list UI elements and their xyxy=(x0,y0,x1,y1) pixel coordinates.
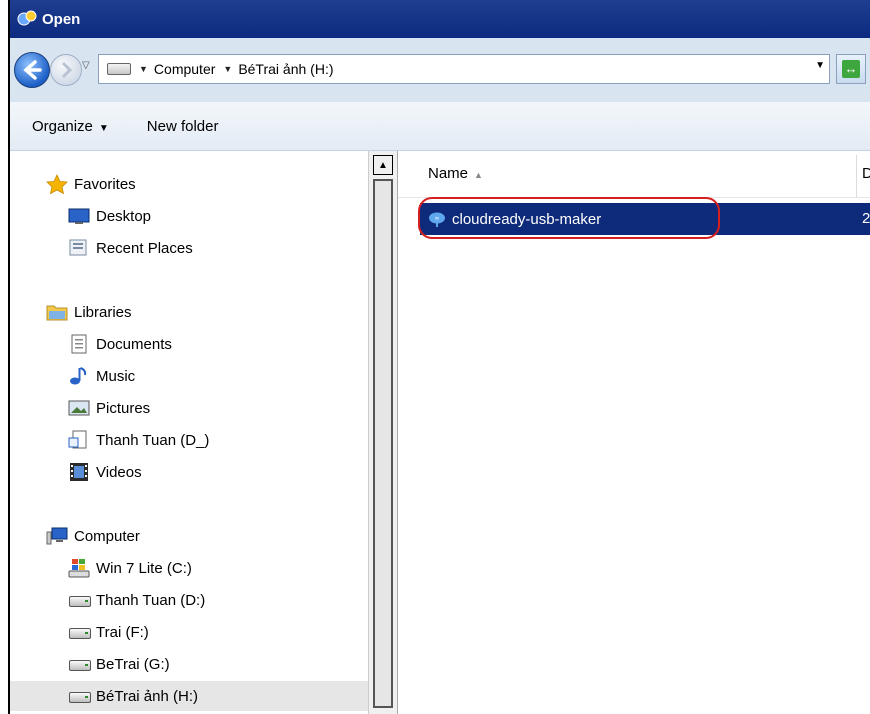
recent-places-icon xyxy=(68,238,90,258)
breadcrumb-arrow-icon: ▼ xyxy=(223,64,233,74)
hard-drive-icon xyxy=(68,622,91,642)
address-dropdown-icon[interactable]: ▼ xyxy=(815,60,825,71)
tree-item-drive-c[interactable]: Win 7 Lite (C:) xyxy=(68,553,192,583)
tree-label: Thanh Tuan (D_) xyxy=(96,431,210,449)
tree-item-desktop[interactable]: Desktop xyxy=(68,201,151,231)
tree-label: Thanh Tuan (D:) xyxy=(96,591,206,609)
tree-item-drive-d[interactable]: Thanh Tuan (D:) xyxy=(68,585,205,615)
breadcrumb-label: BéTrai ảnh (H:) xyxy=(238,61,334,77)
drive-icon xyxy=(107,63,131,75)
recent-pages-dropdown-icon[interactable]: ▽ xyxy=(82,60,90,71)
new-folder-button[interactable]: New folder xyxy=(139,118,227,135)
column-separator[interactable] xyxy=(856,155,857,197)
library-document-icon xyxy=(68,430,90,450)
tree-label: Computer xyxy=(74,527,140,545)
tree-item-videos[interactable]: Videos xyxy=(68,457,142,487)
app-icon xyxy=(17,10,37,26)
tree-label: Desktop xyxy=(96,207,152,225)
tree-label: Libraries xyxy=(74,303,132,321)
hard-drive-icon xyxy=(68,590,91,610)
star-icon xyxy=(46,174,68,195)
scroll-thumb[interactable] xyxy=(373,179,393,708)
tree-label: BéTrai ảnh (H:) xyxy=(96,687,198,705)
pictures-icon xyxy=(68,398,90,418)
tree-libraries[interactable]: Libraries xyxy=(46,297,132,327)
window-title: Open xyxy=(42,10,81,28)
organize-button[interactable]: Organize ▼ xyxy=(24,118,117,135)
tree-favorites[interactable]: Favorites xyxy=(46,169,136,199)
back-arrow-icon xyxy=(23,60,42,80)
scroll-up-arrow-icon[interactable]: ▲ xyxy=(373,155,393,175)
tree-label: Pictures xyxy=(96,399,151,417)
forward-button[interactable] xyxy=(50,54,82,86)
libraries-folder-icon xyxy=(46,302,68,322)
sort-ascending-icon: ▲ xyxy=(474,170,483,180)
breadcrumb-arrow-icon: ▼ xyxy=(139,64,148,74)
tree-item-recent-places[interactable]: Recent Places xyxy=(68,233,193,263)
hard-drive-icon xyxy=(68,654,91,674)
address-bar[interactable]: ▼ Computer ▼ BéTrai ảnh (H:) ▼ xyxy=(98,54,830,84)
breadcrumb-drive-h[interactable]: ▼ BéTrai ảnh (H:) xyxy=(223,61,333,77)
command-bar: Organize ▼ New folder xyxy=(10,102,870,151)
chevron-down-icon: ▼ xyxy=(98,122,109,134)
refresh-icon: ↔ xyxy=(842,60,860,78)
file-date-partial: 2 xyxy=(862,210,870,227)
highlight-circle xyxy=(418,197,720,239)
tree-computer[interactable]: Computer xyxy=(46,521,140,551)
tree-item-pictures[interactable]: Pictures xyxy=(68,393,150,423)
tree-label: Videos xyxy=(96,463,142,481)
videos-icon xyxy=(68,462,90,482)
tree-item-drive-g[interactable]: BeTrai (G:) xyxy=(68,649,170,679)
open-dialog: Open ▽ ▼ Computer ▼ BéTrai ảnh (H:) ▼ ↔ xyxy=(8,0,870,714)
tree-item-music[interactable]: Music xyxy=(68,361,135,391)
organize-label: Organize xyxy=(32,117,93,135)
tree-item-thanh-tuan-d[interactable]: Thanh Tuan (D_) xyxy=(68,425,209,455)
music-icon xyxy=(68,366,90,386)
desktop-icon xyxy=(68,206,90,226)
tree-label: Recent Places xyxy=(96,239,193,257)
back-button[interactable] xyxy=(14,52,50,88)
hard-drive-icon xyxy=(68,686,91,706)
column-header-name[interactable]: Name ▲ xyxy=(428,165,483,182)
tree-item-drive-h[interactable]: BéTrai ảnh (H:) xyxy=(10,681,368,711)
computer-icon xyxy=(46,526,68,546)
tree-label: Favorites xyxy=(74,175,136,193)
nav-scrollbar[interactable]: ▲ xyxy=(368,151,398,714)
documents-icon xyxy=(68,334,90,354)
column-header-row: Name ▲ D xyxy=(398,151,870,198)
tree-label: Win 7 Lite (C:) xyxy=(96,559,192,577)
tree-label: Music xyxy=(96,367,136,385)
address-toolbar: ▽ ▼ Computer ▼ BéTrai ảnh (H:) ▼ ↔ xyxy=(10,38,870,103)
breadcrumb-computer[interactable]: ▼ Computer xyxy=(139,61,215,77)
forward-arrow-icon xyxy=(61,61,73,79)
tree-label: Documents xyxy=(96,335,172,353)
navigation-pane: Favorites Desktop Recent Places Librarie… xyxy=(10,151,368,714)
column-header-date[interactable]: D xyxy=(862,165,870,182)
column-name-label: Name xyxy=(428,165,469,182)
tree-label: BeTrai (G:) xyxy=(96,655,170,673)
tree-item-documents[interactable]: Documents xyxy=(68,329,172,359)
windows-drive-icon xyxy=(68,558,90,578)
tree-label: Trai (F:) xyxy=(96,623,149,641)
tree-item-drive-f[interactable]: Trai (F:) xyxy=(68,617,149,647)
breadcrumb-label: Computer xyxy=(153,61,216,77)
refresh-button[interactable]: ↔ xyxy=(836,54,866,84)
file-list: Name▲ D ∞ cloudready-usb-maker 2 xyxy=(398,151,870,714)
title-bar: Open xyxy=(10,0,870,38)
